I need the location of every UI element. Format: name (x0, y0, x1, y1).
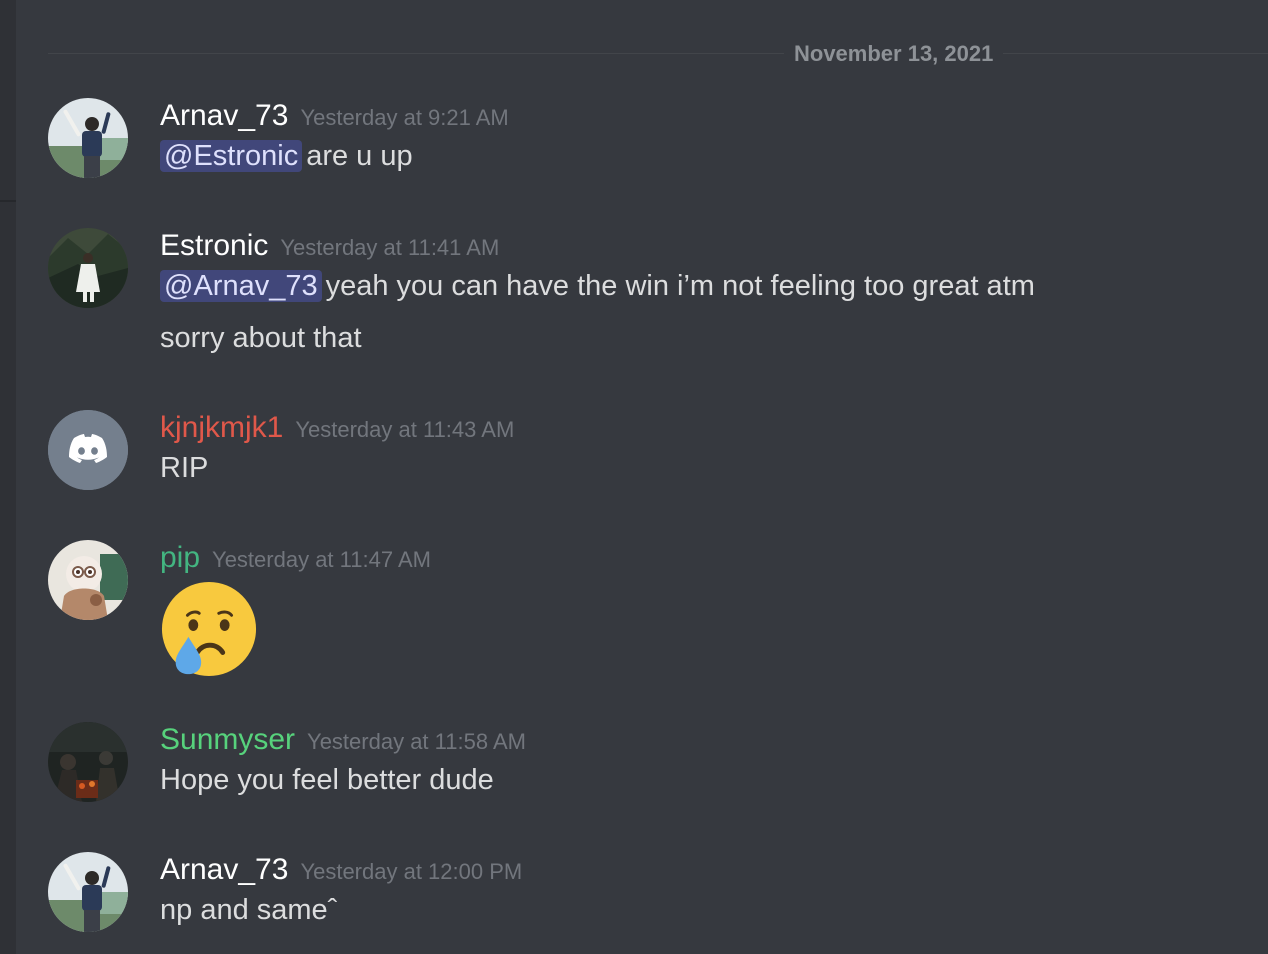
username[interactable]: Arnav_73 (160, 99, 288, 132)
message-text: RIP (160, 452, 209, 484)
user-photo-icon (48, 852, 128, 932)
avatar[interactable] (48, 228, 128, 308)
message-text: yeah you can have the win i’m not feelin… (325, 270, 1035, 302)
date-divider-line (48, 53, 1268, 54)
username[interactable]: kjnjkmjk1 (160, 411, 283, 444)
message-text: are u up (306, 140, 413, 172)
user-photo-icon (48, 228, 128, 308)
message-timestamp: Yesterday at 9:21 AM (300, 105, 509, 130)
message-timestamp: Yesterday at 11:43 AM (295, 417, 515, 442)
avatar[interactable] (48, 410, 128, 490)
message-item: Sunmyser Yesterday at 11:58 AM Hope you f… (48, 722, 1248, 812)
avatar[interactable] (48, 540, 128, 620)
server-sidebar-edge (0, 0, 16, 954)
message-content: @Arnav_73 yeah you can have the win i’m n… (160, 260, 1240, 312)
message-text-line-2: sorry about that (160, 322, 362, 354)
username[interactable]: Estronic (160, 229, 268, 262)
message-item: pip Yesterday at 11:47 AM (48, 540, 1248, 680)
username[interactable]: Sunmyser (160, 723, 295, 756)
user-photo-icon (48, 98, 128, 178)
message-item: kjnjkmjk1 Yesterday at 11:43 AM RIP (48, 410, 1248, 500)
message-content: @Estronic are u up (160, 130, 1240, 182)
crying-face-emoji-icon[interactable] (160, 580, 258, 678)
message-item: Estronic Yesterday at 11:41 AM @Arnav_73 y… (48, 228, 1248, 368)
discord-logo-icon (48, 410, 128, 490)
message-text: np and sameˆ (160, 894, 338, 926)
avatar[interactable] (48, 722, 128, 802)
message-timestamp: Yesterday at 11:47 AM (212, 547, 431, 572)
date-divider-label: November 13, 2021 (784, 40, 1004, 68)
user-mention[interactable]: @Arnav_73 (160, 270, 322, 302)
user-photo-icon (48, 722, 128, 802)
message-timestamp: Yesterday at 11:41 AM (280, 235, 500, 260)
user-photo-icon (48, 540, 128, 620)
username[interactable]: pip (160, 541, 200, 574)
avatar[interactable] (48, 98, 128, 178)
sidebar-divider (0, 200, 16, 202)
message-text: Hope you feel better dude (160, 764, 494, 796)
username[interactable]: Arnav_73 (160, 853, 288, 886)
message-item: Arnav_73 Yesterday at 12:00 PM np and sam… (48, 852, 1248, 942)
avatar[interactable] (48, 852, 128, 932)
user-mention[interactable]: @Estronic (160, 140, 303, 172)
message-timestamp: Yesterday at 11:58 AM (307, 729, 526, 754)
message-timestamp: Yesterday at 12:00 PM (300, 859, 523, 884)
message-item: Arnav_73 Yesterday at 9:21 AM @Estronic ar… (48, 98, 1248, 188)
